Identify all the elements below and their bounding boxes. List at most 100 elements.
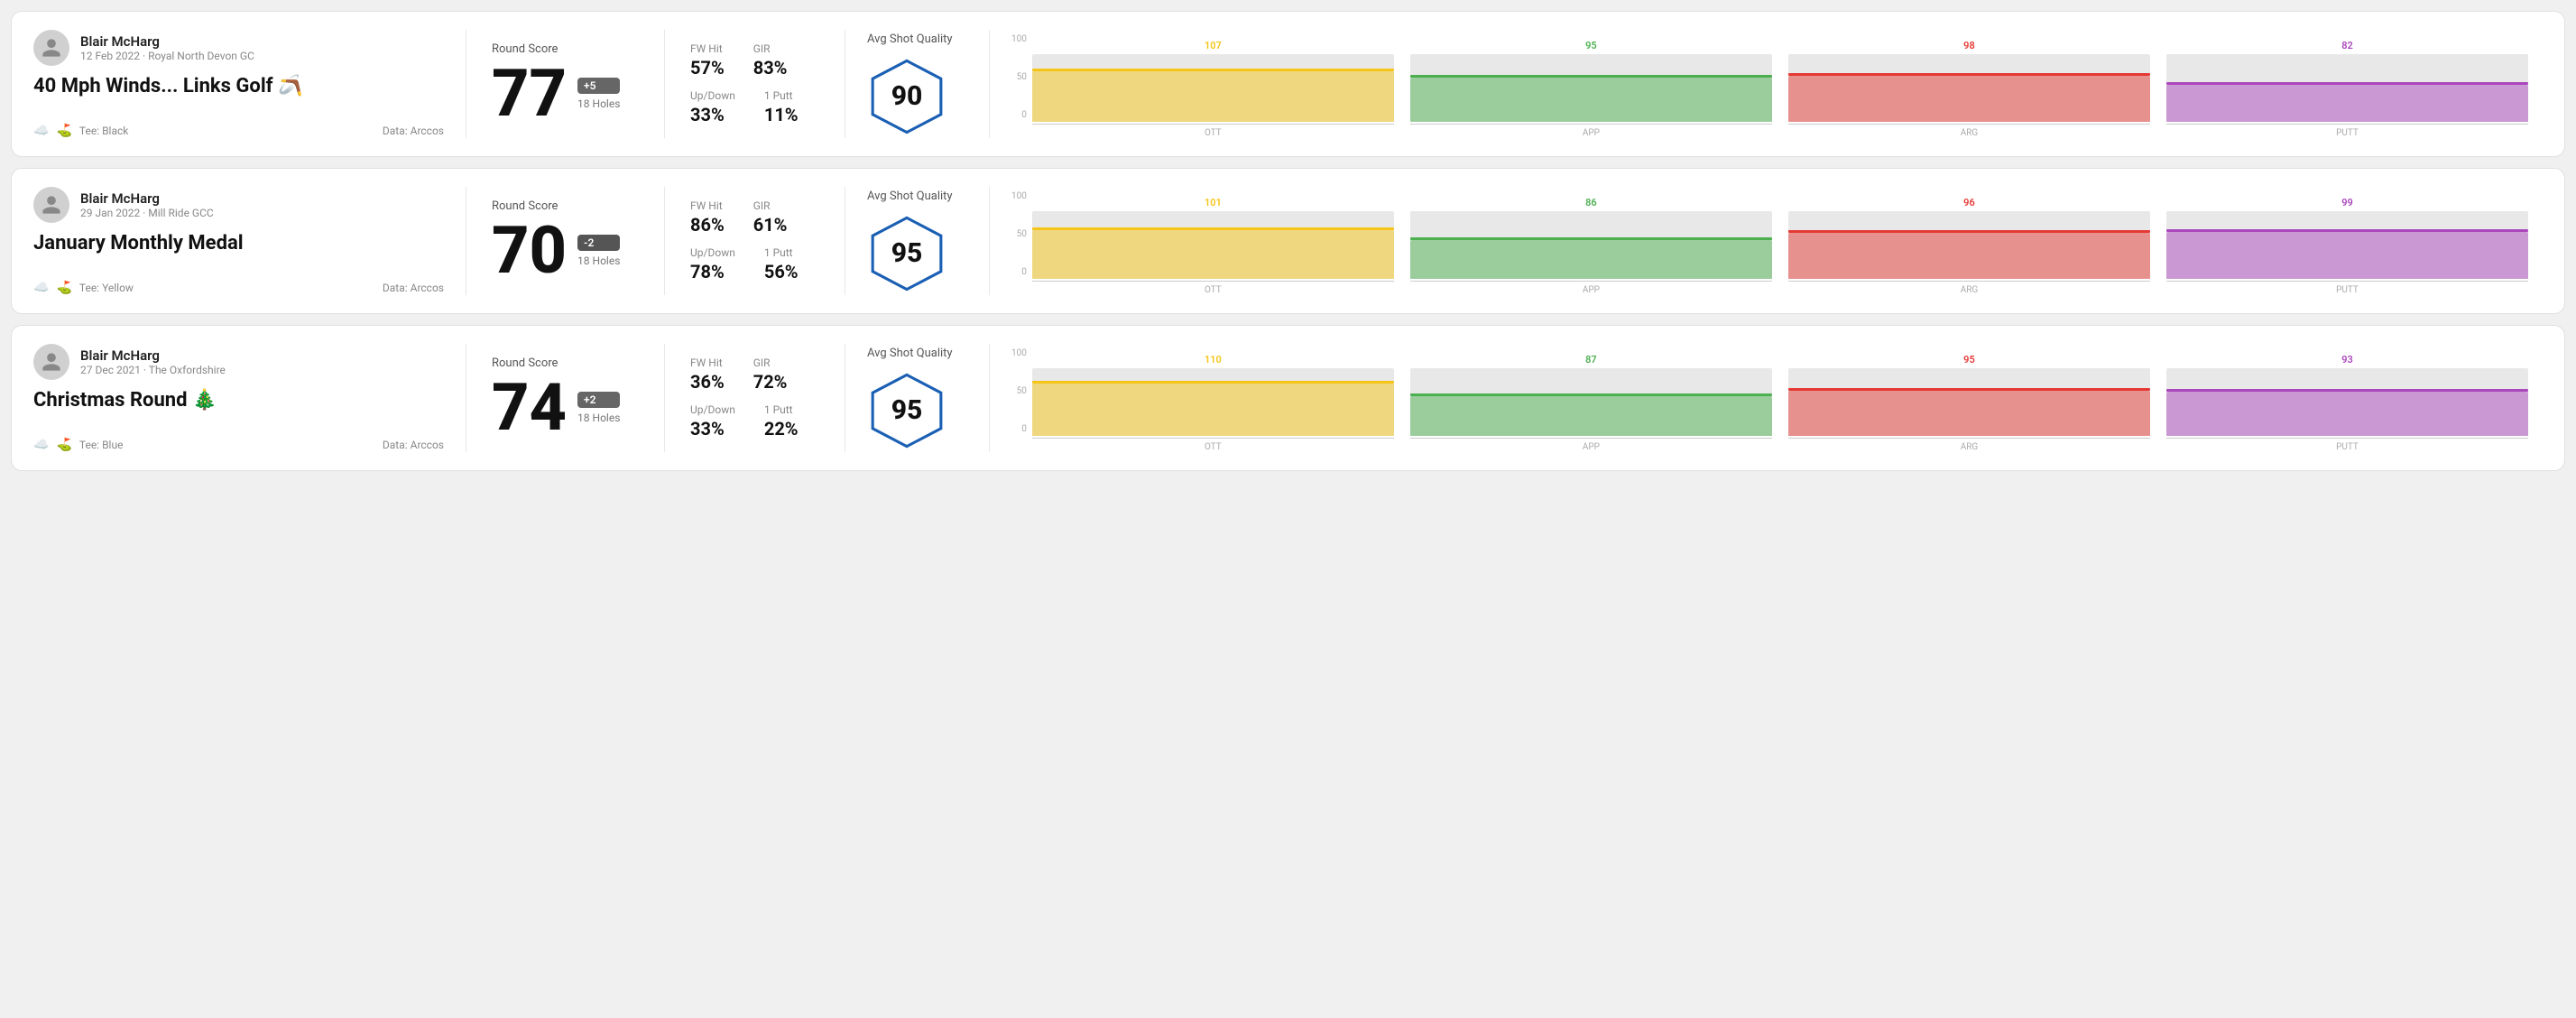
card-left-2: Blair McHarg 29 Jan 2022 · Mill Ride GCC… (33, 187, 466, 295)
bar-group-app: 86 APP (1410, 197, 1772, 295)
tee-icon-2: ⛳ (56, 281, 71, 295)
score-row-1: 77 +5 18 Holes (492, 61, 639, 126)
score-detail-1: +5 18 Holes (577, 78, 620, 110)
bar-value-ott: 107 (1205, 40, 1222, 51)
gir-stat-1: GIR 83% (753, 42, 788, 79)
score-badge-2: -2 (577, 235, 620, 251)
gir-label-2: GIR (753, 199, 788, 212)
fw-hit-stat-3: FW Hit 36% (690, 356, 725, 393)
person-icon (41, 37, 62, 59)
oneputt-value-3: 22% (764, 418, 799, 440)
quality-label-3: Avg Shot Quality (867, 347, 953, 360)
bar-group-ott: 110 OTT (1032, 354, 1394, 452)
fw-hit-value-3: 36% (690, 371, 725, 393)
round-score-label-2: Round Score (492, 199, 639, 213)
bar-label-putt: PUTT (2336, 128, 2359, 138)
score-detail-3: +2 18 Holes (577, 392, 620, 424)
player-name-3: Blair McHarg (80, 347, 226, 364)
card-footer-3: ☁️ ⛳ Tee: Blue Data: Arccos (33, 438, 444, 452)
tee-icon-1: ⛳ (56, 124, 71, 138)
avatar-2 (33, 187, 69, 223)
card-stats-1: FW Hit 57% GIR 83% Up/Down 33% 1 Putt 11… (665, 30, 845, 138)
bar-value-arg: 96 (1963, 197, 1975, 208)
card-quality-2: Avg Shot Quality 95 (845, 187, 990, 295)
player-info-1: Blair McHarg 12 Feb 2022 · Royal North D… (80, 33, 254, 62)
y-label-100-2: 100 (1011, 191, 1027, 201)
bar-group-ott: 107 OTT (1032, 40, 1394, 138)
bar-marker-app (1410, 393, 1772, 396)
score-row-3: 74 +2 18 Holes (492, 375, 639, 440)
score-badge-3: +2 (577, 392, 620, 408)
y-label-50-2: 50 (1017, 229, 1027, 239)
player-info-2: Blair McHarg 29 Jan 2022 · Mill Ride GCC (80, 190, 214, 219)
player-header-1: Blair McHarg 12 Feb 2022 · Royal North D… (33, 30, 444, 66)
chart-bars-1: 107 OTT 95 APP 98 (1032, 30, 2528, 138)
quality-label-1: Avg Shot Quality (867, 32, 953, 46)
chart-container-1: 100 50 0 107 OTT 95 (1011, 30, 2528, 138)
oneputt-stat-3: 1 Putt 22% (764, 403, 799, 440)
tee-info-2: ☁️ ⛳ Tee: Yellow (33, 281, 134, 295)
bar-label-arg: ARG (1961, 128, 1979, 138)
player-meta-2: 29 Jan 2022 · Mill Ride GCC (80, 207, 214, 219)
y-label-0-2: 0 (1021, 267, 1027, 277)
y-label-100-1: 100 (1011, 34, 1027, 44)
oneputt-stat-2: 1 Putt 56% (764, 246, 799, 282)
bar-marker-putt (2166, 229, 2528, 232)
score-row-2: 70 -2 18 Holes (492, 218, 639, 283)
cloud-icon: ☁️ (33, 124, 49, 138)
hexagon-2: 95 (867, 214, 946, 293)
updown-value-1: 33% (690, 104, 735, 125)
card-stats-2: FW Hit 86% GIR 61% Up/Down 78% 1 Putt 56… (665, 187, 845, 295)
tee-label-1: Tee: Black (79, 125, 128, 137)
y-label-0-1: 0 (1021, 110, 1027, 120)
card-score-1: Round Score 77 +5 18 Holes (466, 30, 665, 138)
tee-info-1: ☁️ ⛳ Tee: Black (33, 124, 128, 138)
holes-label-1: 18 Holes (577, 97, 620, 110)
bar-value-arg: 95 (1963, 354, 1975, 366)
player-header-3: Blair McHarg 27 Dec 2021 · The Oxfordshi… (33, 344, 444, 380)
person-icon (41, 351, 62, 373)
bar-value-app: 86 (1585, 197, 1597, 208)
card-score-2: Round Score 70 -2 18 Holes (466, 187, 665, 295)
bar-group-arg: 96 ARG (1788, 197, 2150, 295)
holes-label-2: 18 Holes (577, 255, 620, 267)
round-score-label-1: Round Score (492, 42, 639, 56)
bar-value-arg: 98 (1963, 40, 1975, 51)
bar-group-arg: 98 ARG (1788, 40, 2150, 138)
round-card-3: Blair McHarg 27 Dec 2021 · The Oxfordshi… (11, 325, 2565, 471)
bar-fill-ott (1032, 230, 1394, 279)
stats-row-top-3: FW Hit 36% GIR 72% (690, 356, 819, 393)
y-label-50-3: 50 (1017, 386, 1027, 396)
card-quality-1: Avg Shot Quality 90 (845, 30, 990, 138)
oneputt-value-2: 56% (764, 261, 799, 282)
oneputt-stat-1: 1 Putt 11% (764, 89, 799, 125)
round-card-2: Blair McHarg 29 Jan 2022 · Mill Ride GCC… (11, 168, 2565, 314)
player-meta-3: 27 Dec 2021 · The Oxfordshire (80, 364, 226, 376)
stats-row-bottom-3: Up/Down 33% 1 Putt 22% (690, 403, 819, 440)
bar-fill-ott (1032, 71, 1394, 122)
stats-row-bottom-1: Up/Down 33% 1 Putt 11% (690, 89, 819, 125)
score-detail-2: -2 18 Holes (577, 235, 620, 267)
fw-hit-label-1: FW Hit (690, 42, 725, 55)
bar-label-arg: ARG (1961, 285, 1979, 295)
tee-info-3: ☁️ ⛳ Tee: Blue (33, 438, 123, 452)
bar-value-putt: 99 (2341, 197, 2353, 208)
hexagon-container-1: 90 (867, 57, 946, 136)
bar-marker-app (1410, 75, 1772, 78)
gir-value-2: 61% (753, 214, 788, 236)
stats-row-top-1: FW Hit 57% GIR 83% (690, 42, 819, 79)
bar-fill-app (1410, 240, 1772, 280)
quality-label-2: Avg Shot Quality (867, 190, 953, 203)
bar-label-app: APP (1583, 442, 1600, 452)
bar-group-app: 95 APP (1410, 40, 1772, 138)
player-meta-1: 12 Feb 2022 · Royal North Devon GC (80, 50, 254, 62)
player-name-1: Blair McHarg (80, 33, 254, 50)
gir-label-1: GIR (753, 42, 788, 55)
gir-stat-3: GIR 72% (753, 356, 788, 393)
card-left-1: Blair McHarg 12 Feb 2022 · Royal North D… (33, 30, 466, 138)
bar-group-putt: 82 PUTT (2166, 40, 2528, 138)
oneputt-label-3: 1 Putt (764, 403, 799, 416)
fw-hit-label-3: FW Hit (690, 356, 725, 369)
card-chart-1: 100 50 0 107 OTT 95 (990, 30, 2543, 138)
round-title-2: January Monthly Medal (33, 232, 444, 255)
